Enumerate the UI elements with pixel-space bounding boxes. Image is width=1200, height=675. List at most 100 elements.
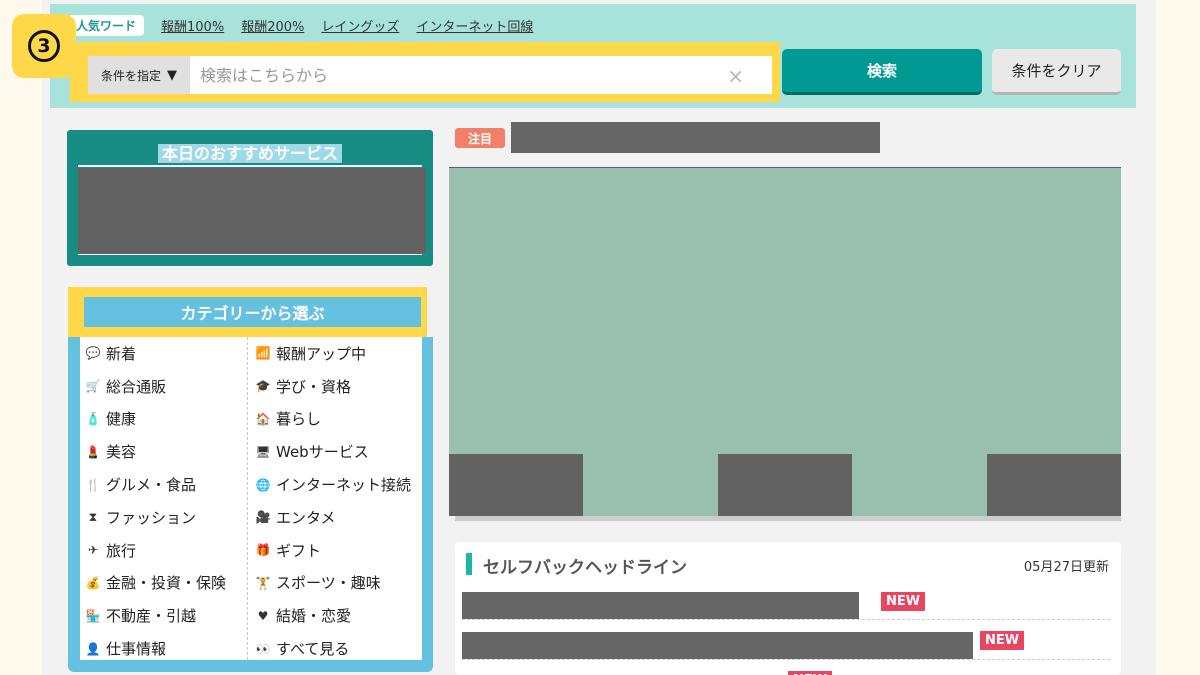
- category-item[interactable]: 🏋 スポーツ・趣味: [248, 567, 422, 600]
- category-item[interactable]: 📶 報酬アップ中: [248, 337, 422, 370]
- category-item[interactable]: ✈ 旅行: [80, 534, 248, 567]
- popular-word-link[interactable]: 報酬100%: [161, 16, 224, 35]
- news-row: NEW: [462, 662, 1110, 675]
- chevron-down-icon: ▼: [167, 67, 177, 83]
- category-label: インターネット接続: [276, 476, 412, 495]
- search-bar: 条件を指定 ▼ ×: [88, 56, 772, 94]
- thumbnail[interactable]: [449, 454, 584, 516]
- lipstick-icon: 💄: [85, 444, 101, 459]
- featured-thumbnails: [449, 454, 1122, 516]
- news-title-placeholder[interactable]: [462, 632, 973, 659]
- speech-bubble-icon: 💬: [85, 346, 101, 361]
- thumbnail-shadow: [455, 516, 1121, 521]
- clear-input-icon[interactable]: ×: [727, 64, 744, 88]
- featured-image[interactable]: [449, 167, 1121, 454]
- new-badge: NEW: [980, 631, 1025, 650]
- headline-marker: [466, 553, 472, 575]
- bottle-icon: 🧴: [85, 411, 101, 426]
- recommend-image[interactable]: [78, 168, 426, 254]
- monitor-icon: 🖥: [255, 444, 271, 459]
- graduation-cap-icon: 🎓: [255, 379, 271, 394]
- category-label: 新着: [106, 344, 137, 363]
- recommend-title: 本日のおすすめサービス: [67, 140, 433, 164]
- popular-words-label: 人気ワード: [68, 15, 145, 36]
- category-label: Webサービス: [276, 443, 369, 462]
- category-item[interactable]: 🍴 グルメ・食品: [80, 468, 248, 501]
- person-icon: 👤: [85, 641, 101, 656]
- search-button[interactable]: 検索: [782, 49, 982, 95]
- category-label: 旅行: [106, 541, 137, 560]
- category-item[interactable]: 🖥 Webサービス: [248, 435, 422, 468]
- thumbnail[interactable]: [986, 454, 1122, 516]
- popular-words: 人気ワード 報酬100% 報酬200% レイングッズ インターネット回線: [68, 15, 533, 36]
- popular-word-link[interactable]: 報酬200%: [241, 16, 304, 35]
- step-number: 3: [28, 30, 60, 62]
- category-item[interactable]: ♥ 結婚・恋愛: [248, 599, 422, 632]
- popular-word-link[interactable]: インターネット回線: [416, 16, 533, 35]
- lamp-icon: 🏠: [255, 411, 271, 426]
- category-label: 総合通販: [106, 377, 167, 396]
- category-item[interactable]: ⧗ ファッション: [80, 501, 248, 534]
- category-item[interactable]: 🎁 ギフト: [248, 534, 422, 567]
- category-label: 仕事情報: [106, 640, 167, 659]
- category-item[interactable]: 🧴 健康: [80, 403, 248, 436]
- category-item[interactable]: 🌐 インターネット接続: [248, 468, 422, 501]
- thumbnail[interactable]: [717, 454, 853, 516]
- headline-title: セルフバックヘッドライン: [483, 558, 687, 578]
- featured-badge: 注目: [455, 128, 505, 148]
- category-list: 💬 新着 📶 報酬アップ中 🛒 総合通販 🎓 学び・資格 🧴 健康 🏠 暮らし 💄 美容 🖥 Webサービス 🍴…: [80, 337, 422, 660]
- binoculars-icon: 👀: [255, 641, 271, 656]
- video-camera-icon: 🎥: [255, 510, 271, 525]
- airplane-icon: ✈: [87, 543, 99, 558]
- step-badge: 3: [12, 14, 76, 78]
- cart-icon: 🛒: [85, 379, 101, 394]
- bar-chart-icon: 📶: [255, 346, 271, 361]
- clear-conditions-button[interactable]: 条件をクリア: [992, 49, 1121, 95]
- store-icon: 🏪: [85, 608, 101, 623]
- heart-icon: ♥: [257, 608, 269, 623]
- thumbnail[interactable]: [583, 454, 718, 516]
- category-label: ギフト: [276, 541, 322, 560]
- category-item[interactable]: 👤 仕事情報: [80, 632, 248, 665]
- dress-icon: ⧗: [88, 509, 98, 524]
- dumbbell-icon: 🏋: [255, 575, 271, 590]
- category-item[interactable]: 🎥 エンタメ: [248, 501, 422, 534]
- new-badge: NEW: [788, 671, 833, 675]
- headline-box: セルフバックヘッドライン 05月27日更新 NEW NEW NEW: [455, 542, 1121, 675]
- category-item[interactable]: 🛒 総合通販: [80, 370, 248, 403]
- category-label: 結婚・恋愛: [276, 607, 352, 626]
- category-label: 健康: [106, 410, 137, 429]
- popular-word-link[interactable]: レイングッズ: [321, 16, 399, 35]
- news-title-placeholder[interactable]: [462, 592, 859, 619]
- condition-dropdown[interactable]: 条件を指定 ▼: [88, 56, 190, 94]
- category-label: 美容: [106, 443, 137, 462]
- category-divider: [247, 337, 248, 660]
- condition-label: 条件を指定: [100, 68, 161, 83]
- recommend-box: 本日のおすすめサービス: [67, 130, 433, 266]
- thumbnail[interactable]: [852, 454, 987, 516]
- money-bag-icon: 💰: [85, 575, 101, 590]
- fork-knife-icon: 🍴: [85, 477, 101, 492]
- category-label: 学び・資格: [276, 377, 352, 396]
- search-highlight-frame: 条件を指定 ▼ ×: [70, 42, 780, 102]
- globe-icon: 🌐: [255, 477, 271, 492]
- category-label: スポーツ・趣味: [276, 574, 381, 593]
- category-item[interactable]: 👀 すべて見る: [248, 632, 422, 665]
- category-label: エンタメ: [276, 508, 336, 527]
- category-label: グルメ・食品: [106, 476, 197, 495]
- divider: [78, 254, 422, 255]
- category-label: ファッション: [106, 508, 197, 527]
- search-input[interactable]: [190, 56, 772, 94]
- category-item[interactable]: 🏪 不動産・引越: [80, 599, 248, 632]
- category-label: 金融・投資・保険: [106, 574, 227, 593]
- category-label: 暮らし: [276, 410, 322, 429]
- divider: [78, 165, 422, 167]
- category-item[interactable]: 🎓 学び・資格: [248, 370, 422, 403]
- category-item[interactable]: 💬 新着: [80, 337, 248, 370]
- category-item[interactable]: 💰 金融・投資・保険: [80, 567, 248, 600]
- category-item[interactable]: 🏠 暮らし: [248, 403, 422, 436]
- recommend-title-text: 本日のおすすめサービス: [157, 144, 342, 163]
- headline-updated: 05月27日更新: [1023, 560, 1109, 575]
- category-item[interactable]: 💄 美容: [80, 435, 248, 468]
- featured-title-placeholder[interactable]: [511, 122, 880, 153]
